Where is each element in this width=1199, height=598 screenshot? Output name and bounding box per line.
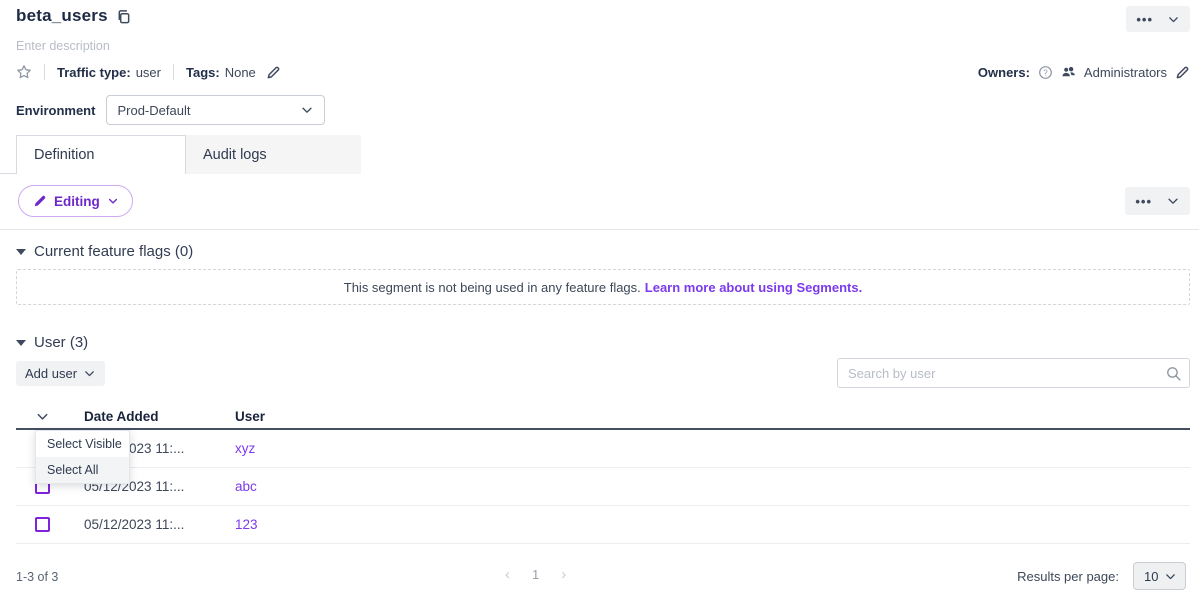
feature-flags-section-title: Current feature flags (0) xyxy=(34,243,193,260)
menu-item-select-visible[interactable]: Select Visible xyxy=(36,431,129,457)
user-section-title: User (3) xyxy=(34,334,88,351)
menu-item-select-all[interactable]: Select All xyxy=(36,457,129,483)
environment-value: Prod-Default xyxy=(117,103,190,118)
help-circle-icon[interactable]: ? xyxy=(1038,65,1053,80)
search-input[interactable] xyxy=(837,358,1190,388)
editing-label: Editing xyxy=(54,194,100,209)
chevron-down-icon[interactable] xyxy=(1166,194,1180,208)
empty-state-text: This segment is not being used in any fe… xyxy=(344,280,641,295)
pencil-icon xyxy=(33,194,47,208)
chevron-down-icon[interactable] xyxy=(1167,13,1180,26)
date-cell: 05/12/2023 11:... xyxy=(84,517,235,532)
owners-group: Owners: ? Administrators xyxy=(978,65,1190,80)
segment-detail-page: beta_users ••• Enter description Traffic… xyxy=(0,0,1199,598)
page-number[interactable]: 1 xyxy=(532,567,539,582)
chevron-down-icon xyxy=(107,195,119,207)
chevron-down-icon xyxy=(1164,570,1177,583)
user-link[interactable]: abc xyxy=(235,479,257,494)
results-per-page-value: 10 xyxy=(1144,569,1158,584)
table-header-row: Date Added User xyxy=(16,404,1190,430)
caret-down-icon xyxy=(16,249,26,255)
prev-page-icon[interactable]: ‹ xyxy=(505,567,510,582)
copy-icon[interactable] xyxy=(116,9,131,24)
segment-actions-box[interactable]: ••• xyxy=(1126,6,1190,32)
chevron-down-icon xyxy=(83,367,96,380)
column-header-date: Date Added xyxy=(84,409,235,424)
add-user-label: Add user xyxy=(25,366,77,381)
owners-value: Administrators xyxy=(1084,65,1167,80)
users-table: Date Added User 05/12/2023 11:... xyz 05… xyxy=(16,404,1190,544)
tab-audit-logs[interactable]: Audit logs xyxy=(186,135,361,174)
feature-flags-section-header[interactable]: Current feature flags (0) xyxy=(16,243,1190,260)
description-field[interactable]: Enter description xyxy=(16,39,1190,53)
definition-actions-box[interactable]: ••• xyxy=(1125,187,1190,215)
definition-toolbar: Editing ••• xyxy=(0,185,1199,230)
select-dropdown-menu: Select Visible Select All xyxy=(35,430,130,484)
environment-select[interactable]: Prod-Default xyxy=(106,95,325,125)
tags-value: None xyxy=(225,65,256,80)
user-link[interactable]: 123 xyxy=(235,517,258,532)
users-icon xyxy=(1061,66,1076,79)
results-per-page: Results per page: 10 xyxy=(1017,562,1186,590)
table-row: 05/12/2023 11:... 123 xyxy=(16,506,1190,544)
environment-row: Environment Prod-Default xyxy=(16,95,1190,125)
tab-definition[interactable]: Definition xyxy=(16,135,186,174)
search-icon[interactable] xyxy=(1165,365,1182,382)
pagination: ‹ 1 › xyxy=(505,567,566,582)
caret-down-icon xyxy=(16,340,26,346)
environment-label: Environment xyxy=(16,103,95,118)
next-page-icon[interactable]: › xyxy=(561,567,566,582)
traffic-type: Traffic type: user xyxy=(57,65,161,80)
user-section-header[interactable]: User (3) xyxy=(16,334,1190,351)
tags-label: Tags: xyxy=(186,65,220,80)
editing-button[interactable]: Editing xyxy=(18,185,133,217)
table-row: 05/12/2023 11:... abc xyxy=(16,468,1190,506)
result-count: 1-3 of 3 xyxy=(16,570,58,584)
divider xyxy=(44,64,45,80)
edit-owners-pencil-icon[interactable] xyxy=(1175,65,1190,80)
traffic-type-value: user xyxy=(136,65,161,80)
select-dropdown-chevron-icon[interactable] xyxy=(35,409,50,424)
divider xyxy=(173,64,174,80)
page-title: beta_users xyxy=(16,6,108,26)
column-header-user: User xyxy=(235,409,1190,424)
chevron-down-icon xyxy=(300,103,314,117)
add-user-button[interactable]: Add user xyxy=(16,361,105,386)
svg-text:?: ? xyxy=(1043,68,1048,77)
results-per-page-select[interactable]: 10 xyxy=(1133,562,1186,590)
results-per-page-label: Results per page: xyxy=(1017,569,1119,584)
title-row: beta_users ••• xyxy=(16,6,1190,32)
tags: Tags: None xyxy=(186,65,256,80)
row-checkbox[interactable] xyxy=(35,517,50,532)
meta-row: Traffic type: user Tags: None Owners: ? … xyxy=(16,64,1190,80)
table-footer: 1-3 of 3 ‹ 1 › Results per page: 10 xyxy=(16,557,1190,597)
ellipsis-icon[interactable]: ••• xyxy=(1135,195,1152,208)
tab-bar: Definition Audit logs xyxy=(0,135,1190,174)
user-link[interactable]: xyz xyxy=(235,441,255,456)
table-row: 05/12/2023 11:... xyz xyxy=(16,430,1190,468)
learn-more-link[interactable]: Learn more about using Segments. xyxy=(645,280,862,295)
owners-label: Owners: xyxy=(978,65,1030,80)
feature-flags-empty-state: This segment is not being used in any fe… xyxy=(16,269,1190,305)
edit-tags-pencil-icon[interactable] xyxy=(266,65,281,80)
ellipsis-icon[interactable]: ••• xyxy=(1136,13,1153,26)
traffic-type-label: Traffic type: xyxy=(57,65,131,80)
user-controls-row: Add user xyxy=(16,358,1190,388)
star-icon[interactable] xyxy=(16,64,32,80)
